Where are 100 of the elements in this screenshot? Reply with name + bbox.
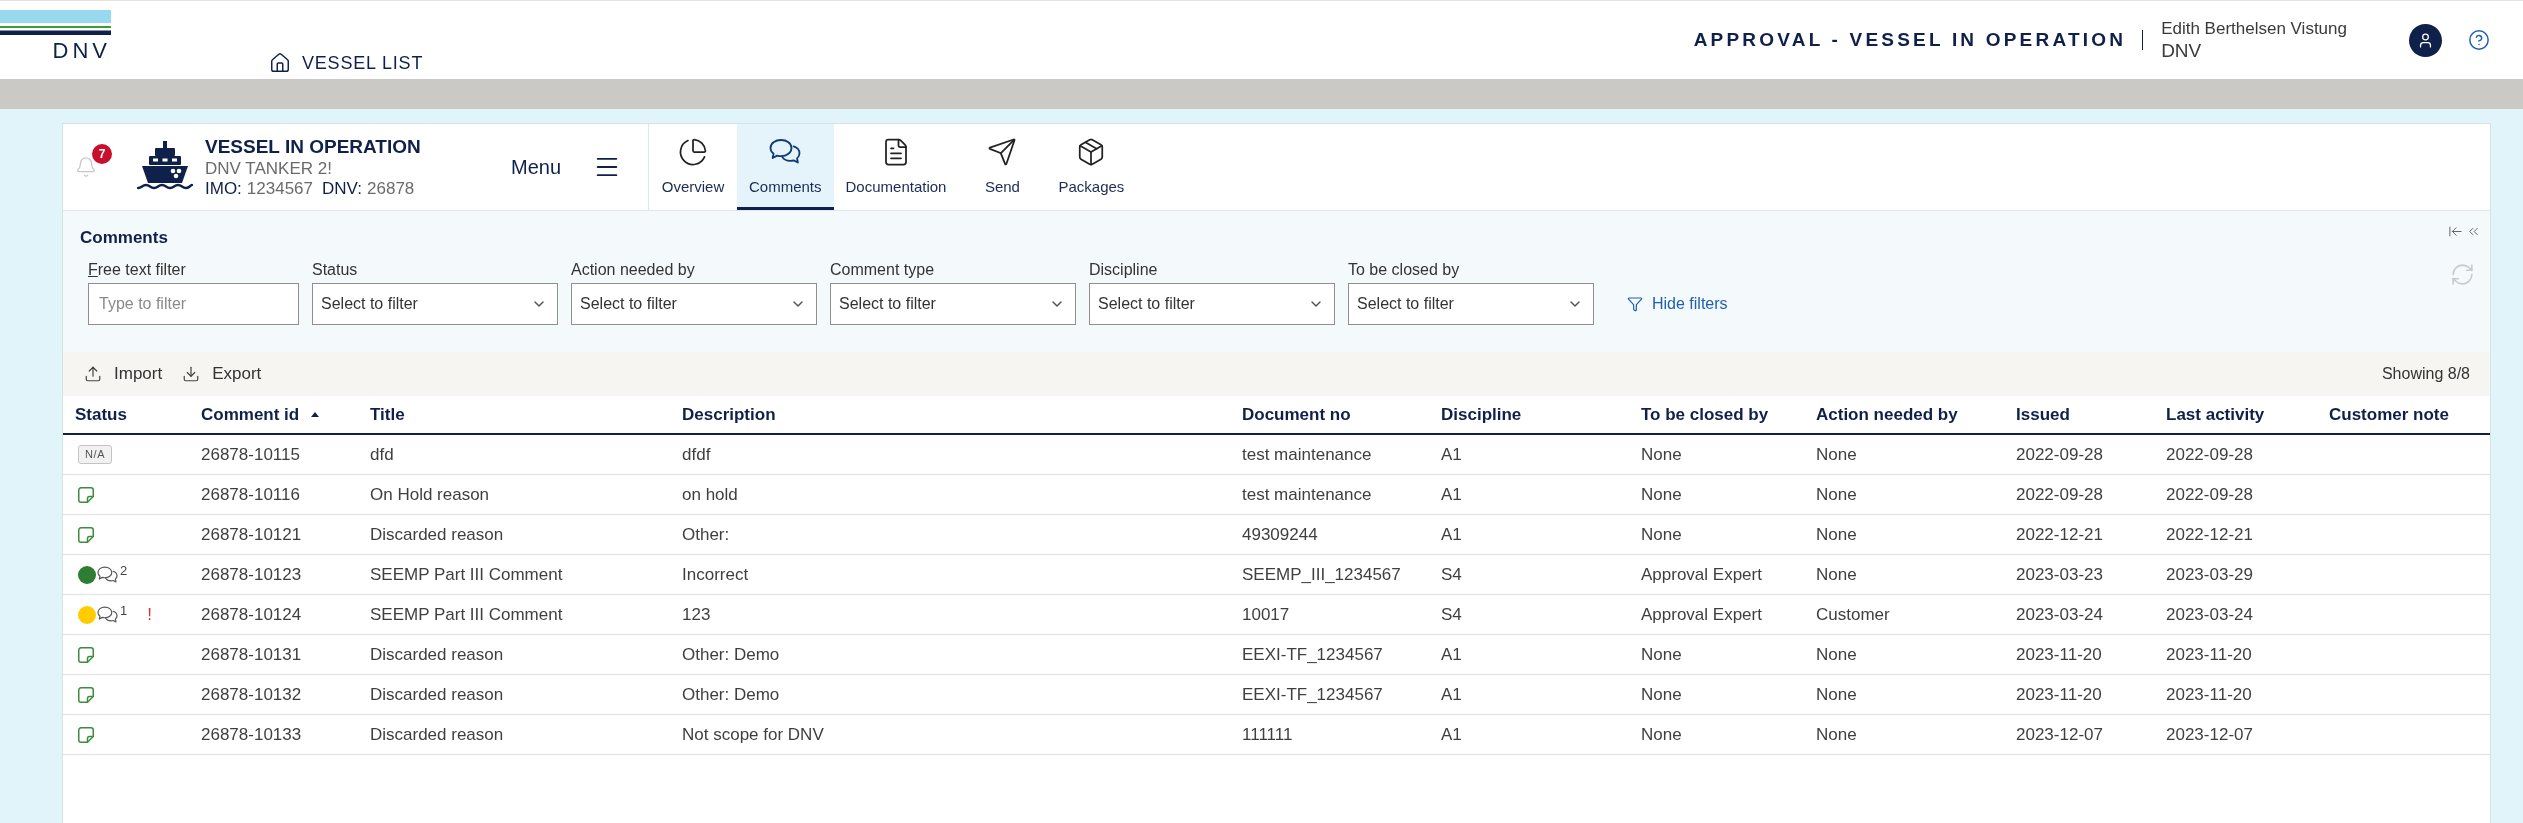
discipline-code: A1 (1441, 643, 1462, 666)
description-text: Incorrect (682, 563, 749, 586)
document-number: test maintenance (1242, 443, 1372, 466)
filter-dropdown[interactable]: Select to filter (830, 283, 1076, 325)
filter-input[interactable]: Type to filter (88, 283, 299, 325)
description-text: Other: Demo (682, 683, 780, 706)
issued-date: 2023-03-24 (2016, 603, 2103, 626)
comment-id: 26878-10116 (201, 483, 300, 506)
imo-number: 1234567 (246, 178, 314, 199)
discipline-code: S4 (1441, 563, 1462, 586)
collapse-to-edge-icon[interactable] (2448, 224, 2463, 239)
import-button[interactable]: Import (84, 361, 163, 387)
dnv-label: DNV: (322, 178, 363, 199)
discipline-code: A1 (1441, 483, 1462, 506)
comment-id: 26878-10115 (201, 443, 300, 466)
filter-dropdown[interactable]: Select to filter (1348, 283, 1594, 325)
tab[interactable]: Documentation (833, 124, 959, 210)
help-icon[interactable] (2468, 29, 2490, 51)
filter-label: Comment type (830, 260, 935, 280)
action-needed-text: None (1816, 483, 1857, 506)
imo-label: IMO: (205, 178, 242, 199)
document-number: 111111 (1242, 723, 1293, 746)
filter-dropdown[interactable]: Select to filter (1089, 283, 1335, 325)
document-number: SEEMP_III_1234567 (1242, 563, 1401, 586)
note-icon (78, 726, 94, 743)
column-header[interactable]: Issued (2016, 401, 2070, 428)
tab[interactable]: Packages (1046, 124, 1137, 210)
column-header[interactable]: Status (75, 401, 127, 428)
discipline-code: A1 (1441, 723, 1462, 746)
tab[interactable]: Send (958, 124, 1047, 210)
vessel-name: DNV TANKER 2! (205, 157, 333, 179)
user-avatar-icon[interactable] (2409, 23, 2442, 57)
issued-date: 2023-11-20 (2016, 643, 2102, 666)
description-text: Not scope for DNV (682, 723, 824, 746)
vessel-list-link[interactable]: VESSEL LIST (269, 50, 424, 76)
filter-dropdown[interactable]: Select to filter (312, 283, 558, 325)
pie-chart-icon (677, 137, 709, 167)
last-activity-date: 2023-12-07 (2166, 723, 2253, 746)
notification-badge: 7 (92, 144, 112, 164)
upload-icon (84, 365, 102, 383)
filter-label: Status (312, 260, 358, 280)
column-header[interactable]: Last activity (2166, 401, 2265, 428)
filter-dropdown[interactable]: Select to filter (571, 283, 817, 325)
last-activity-date: 2023-03-29 (2166, 563, 2253, 586)
document-number: test maintenance (1242, 483, 1372, 506)
last-activity-date: 2022-09-28 (2166, 443, 2253, 466)
comment-title: Discarded reason (370, 683, 504, 706)
status-badge: N/A (78, 445, 113, 464)
description-text: 123 (682, 603, 711, 626)
discipline-code: A1 (1441, 443, 1462, 466)
comment-id: 26878-10132 (201, 683, 302, 706)
issued-date: 2022-12-21 (2016, 523, 2103, 546)
column-header[interactable]: To be closed by (1641, 401, 1769, 428)
closed-by-text: None (1641, 723, 1682, 746)
comment-title: On Hold reason (370, 483, 490, 506)
download-icon (182, 365, 201, 383)
last-activity-date: 2023-11-20 (2166, 643, 2252, 666)
closed-by-text: Approval Expert (1641, 563, 1762, 586)
issued-date: 2022-09-28 (2016, 443, 2103, 466)
result-count: Showing 8/8 (2381, 364, 2470, 384)
discipline-code: A1 (1441, 683, 1462, 706)
column-header[interactable]: Title (370, 401, 405, 428)
funnel-icon (1627, 296, 1643, 312)
bell-icon[interactable] (75, 154, 97, 180)
last-activity-date: 2023-03-24 (2166, 603, 2253, 626)
note-icon (78, 526, 94, 543)
tab[interactable]: Overview (649, 124, 737, 210)
home-icon (269, 52, 291, 74)
column-header[interactable]: Customer note (2329, 401, 2449, 428)
document-number: EEXI-TF_1234567 (1242, 683, 1383, 706)
description-text: Other: Demo (682, 643, 780, 666)
closed-by-text: None (1641, 683, 1682, 706)
comment-id: 26878-10123 (201, 563, 302, 586)
comment-id: 26878-10124 (201, 603, 302, 626)
user-organization: DNV (2161, 40, 2203, 62)
alert-mark: ! (147, 606, 152, 623)
action-needed-text: None (1816, 563, 1857, 586)
action-needed-text: None (1816, 523, 1857, 546)
column-header[interactable]: Description (682, 401, 776, 428)
note-icon (78, 646, 94, 663)
action-needed-text: None (1816, 723, 1857, 746)
closed-by-text: Approval Expert (1641, 603, 1762, 626)
hide-filters-button[interactable]: Hide filters (1627, 283, 1728, 325)
comment-bubbles-icon (97, 565, 118, 584)
closed-by-text: None (1641, 523, 1682, 546)
column-header[interactable]: Document no (1242, 401, 1351, 428)
comment-title: SEEMP Part III Comment (370, 603, 563, 626)
comment-bubbles-icon (97, 605, 118, 624)
export-button[interactable]: Export (182, 361, 262, 387)
user-name: Edith Berthelsen Vistung (2161, 18, 2347, 40)
menu-button[interactable]: Menu (510, 152, 621, 182)
column-header[interactable]: Action needed by (1816, 401, 1958, 428)
action-needed-text: None (1816, 443, 1857, 466)
column-header[interactable]: Discipline (1441, 401, 1522, 428)
tab[interactable]: Comments (737, 124, 834, 210)
column-header[interactable]: Comment id (201, 401, 320, 428)
dnv-number: 26878 (367, 178, 415, 199)
discipline-code: S4 (1441, 603, 1462, 626)
issued-date: 2022-09-28 (2016, 483, 2103, 506)
comment-id: 26878-10131 (201, 643, 302, 666)
